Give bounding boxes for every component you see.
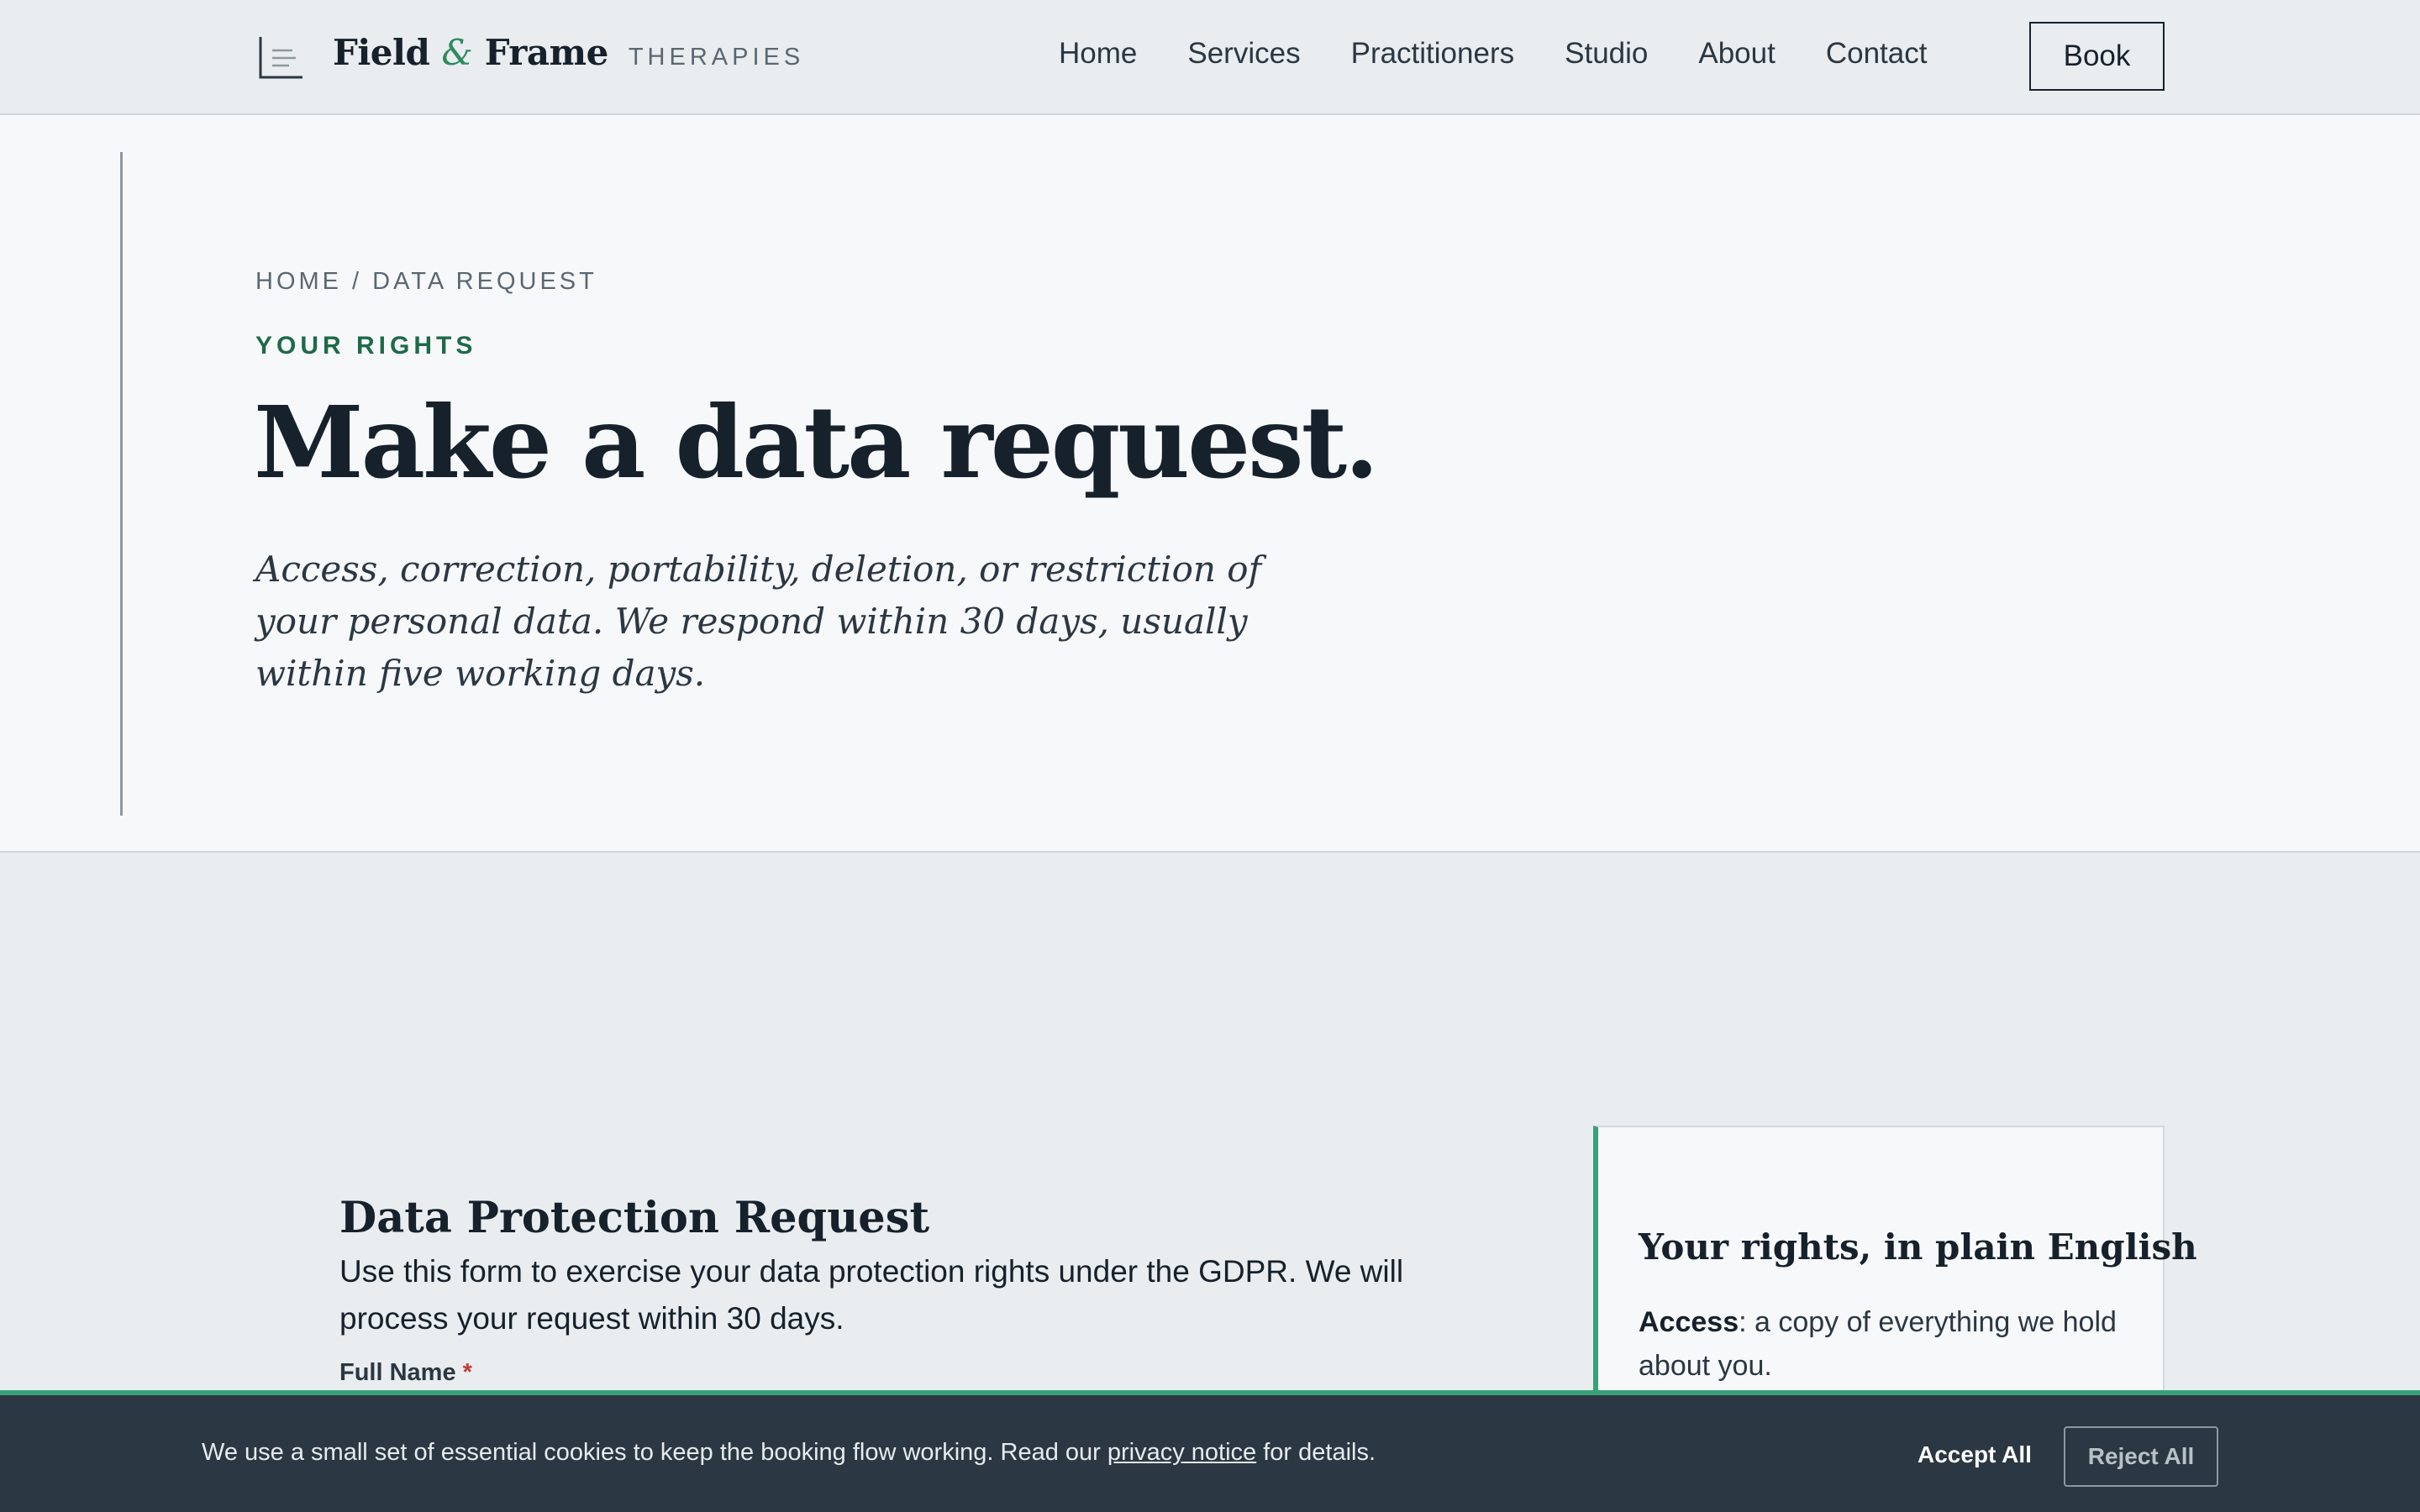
main-nav: Home Services Practitioners Studio About… xyxy=(1059,37,1977,71)
site-header: Field & Frame THERAPIES Home Services Pr… xyxy=(0,0,2420,115)
access-term: Access xyxy=(1639,1306,1739,1338)
menu-lines-icon[interactable] xyxy=(257,34,304,81)
full-name-label-text: Full Name xyxy=(339,1359,456,1386)
full-name-label: Full Name * xyxy=(339,1359,472,1387)
nav-services[interactable]: Services xyxy=(1187,37,1300,71)
page-title: Make a data request. xyxy=(254,384,1379,501)
hero-section: HOME / DATA REQUEST YOUR RIGHTS Make a d… xyxy=(0,115,2420,853)
cookie-text-after: for details. xyxy=(1256,1439,1376,1466)
cookie-banner: We use a small set of essential cookies … xyxy=(0,1390,2420,1512)
hero-kicker: YOUR RIGHTS xyxy=(255,332,477,360)
nav-practitioners[interactable]: Practitioners xyxy=(1351,37,1515,71)
required-marker: * xyxy=(462,1359,472,1386)
brand-name-frame: Frame xyxy=(484,32,609,73)
brand-name-field: Field xyxy=(333,32,430,73)
hero-divider xyxy=(120,152,123,816)
cookie-text-before: We use a small set of essential cookies … xyxy=(202,1439,1107,1466)
form-description: Use this form to exercise your data prot… xyxy=(339,1254,1404,1336)
hero-lede: Access, correction, portability, deletio… xyxy=(255,549,1262,694)
brand-logo[interactable]: Field & Frame THERAPIES xyxy=(333,32,804,73)
breadcrumb: HOME / DATA REQUEST xyxy=(255,268,597,295)
privacy-notice-link[interactable]: privacy notice xyxy=(1107,1439,1256,1466)
nav-about[interactable]: About xyxy=(1698,37,1775,71)
reject-all-button[interactable]: Reject All xyxy=(2064,1426,2218,1487)
aside-access-item: Access: a copy of everything we hold abo… xyxy=(1639,1300,2143,1388)
rights-aside: Your rights, in plain English Access: a … xyxy=(1593,1126,2197,1394)
nav-contact[interactable]: Contact xyxy=(1826,37,1928,71)
brand-subtitle: THERAPIES xyxy=(628,44,805,71)
brand-ampersand: & xyxy=(441,32,473,73)
cookie-text: We use a small set of essential cookies … xyxy=(202,1439,1376,1467)
book-button[interactable]: Book xyxy=(2029,22,2165,91)
form-title: Data Protection Request xyxy=(339,1193,929,1243)
nav-studio[interactable]: Studio xyxy=(1565,37,1648,71)
nav-home[interactable]: Home xyxy=(1059,37,1137,71)
aside-title: Your rights, in plain English xyxy=(1639,1226,2197,1268)
accept-all-button[interactable]: Accept All xyxy=(1899,1425,2050,1484)
